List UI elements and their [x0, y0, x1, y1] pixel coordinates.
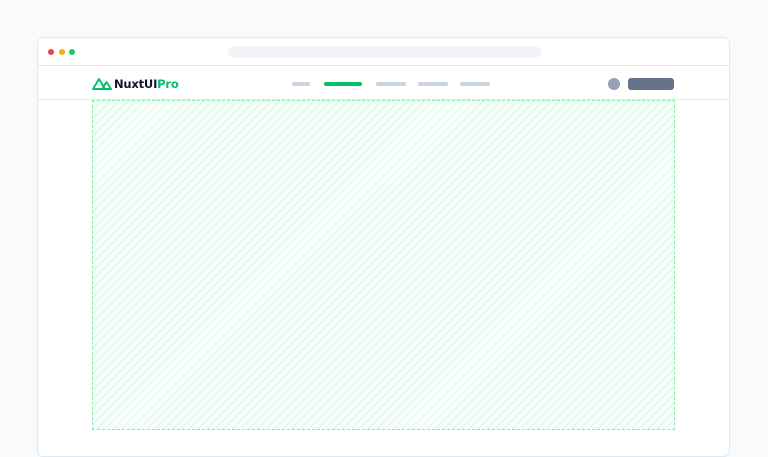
- avatar[interactable]: [608, 78, 620, 90]
- maximize-window-icon[interactable]: [69, 49, 75, 55]
- page-content-placeholder: [92, 100, 675, 430]
- minimize-window-icon[interactable]: [59, 49, 65, 55]
- site-navbar: NuxtUIPro: [38, 66, 729, 100]
- browser-window: NuxtUIPro: [37, 37, 730, 457]
- nav-item-5[interactable]: [460, 82, 490, 86]
- browser-titlebar: [38, 38, 729, 66]
- nav-item-1[interactable]: [292, 82, 310, 86]
- address-bar[interactable]: [228, 46, 541, 58]
- close-window-icon[interactable]: [48, 49, 54, 55]
- logo-wordmark: NuxtUIPro: [114, 77, 179, 91]
- user-menu-button[interactable]: [628, 78, 674, 90]
- nuxt-ui-pro-logo[interactable]: NuxtUIPro: [92, 77, 179, 91]
- nuxt-mountain-icon: [92, 78, 112, 90]
- nav-item-3[interactable]: [376, 82, 406, 86]
- logo-accent-text: Pro: [157, 77, 179, 91]
- nav-item-4[interactable]: [418, 82, 448, 86]
- logo-primary-text: NuxtUI: [114, 77, 158, 91]
- nav-item-2-active[interactable]: [324, 82, 362, 86]
